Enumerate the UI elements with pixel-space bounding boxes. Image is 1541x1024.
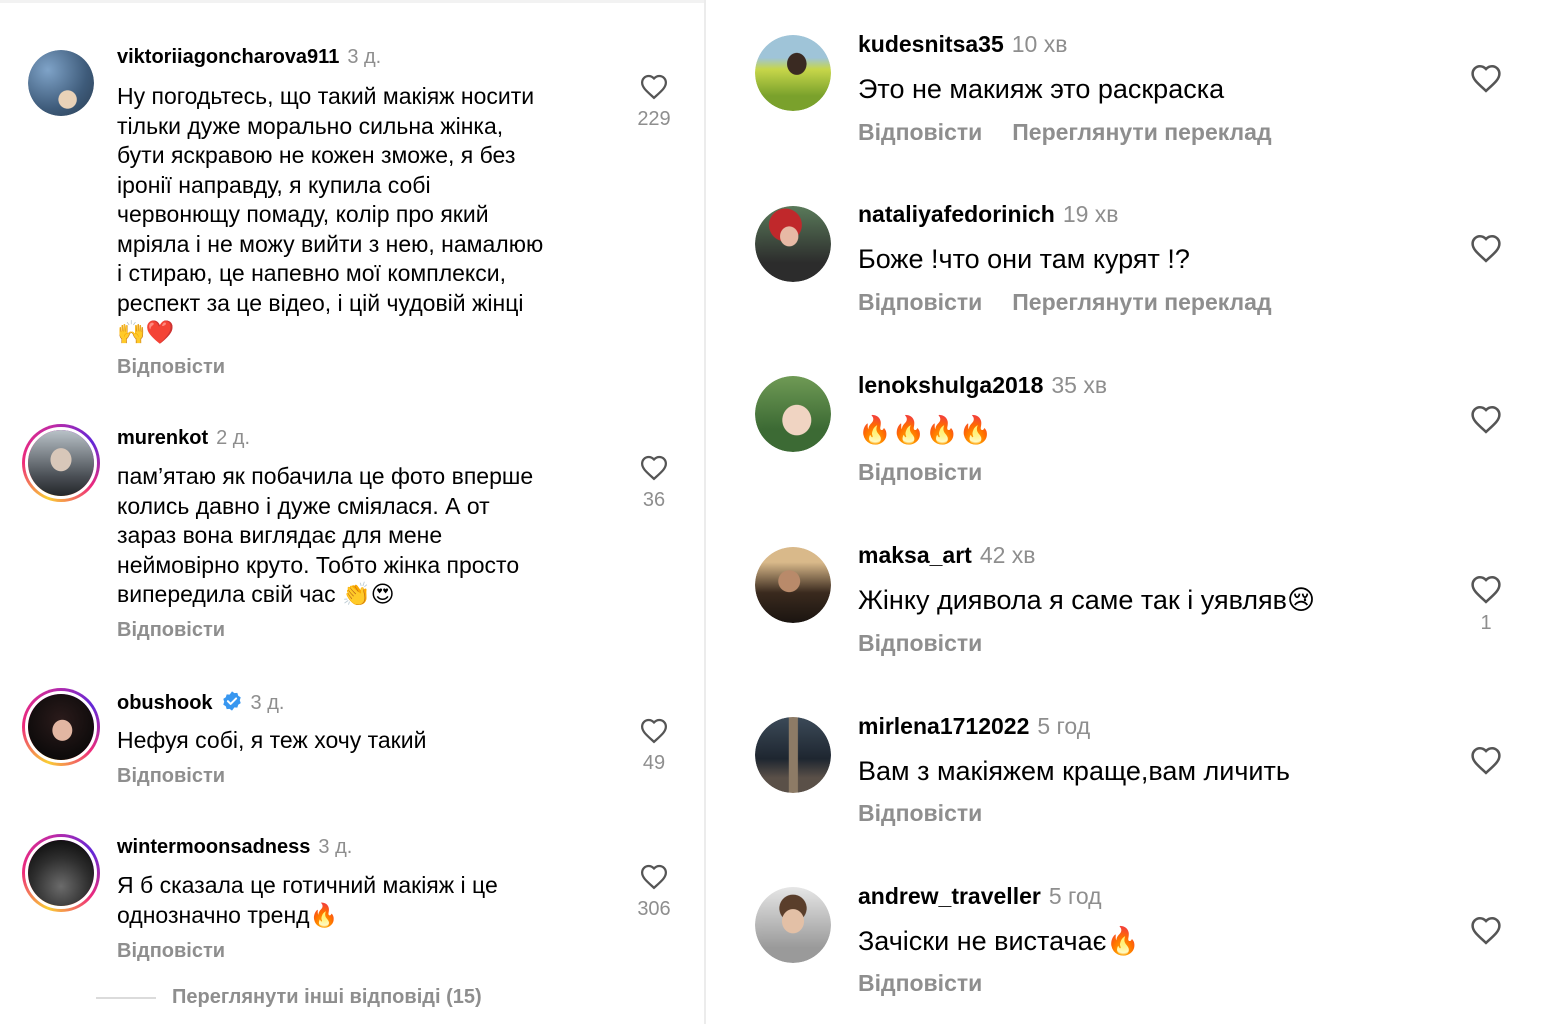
timestamp: 5 год: [1037, 713, 1091, 739]
replies-line: [96, 996, 156, 999]
like-count: 49: [642, 752, 666, 774]
like-button[interactable]: 306: [624, 862, 684, 921]
avatar[interactable]: [28, 50, 94, 116]
heart-icon: [640, 455, 668, 481]
avatar[interactable]: [755, 887, 831, 963]
username[interactable]: maksa_art: [858, 542, 972, 568]
comment-text: Вам з макіяжем краще,вам личить: [858, 756, 1290, 786]
comment-text: Я б сказала це готичний макіяж і це одно…: [117, 872, 498, 928]
timestamp: 10 хв: [1011, 31, 1068, 57]
like-button[interactable]: 229: [624, 72, 684, 131]
reply-button[interactable]: Відповісти: [858, 630, 982, 656]
timestamp: 3 д.: [250, 692, 285, 714]
avatar[interactable]: [22, 834, 100, 912]
timestamp: 5 год: [1048, 883, 1102, 909]
heart-icon: [1471, 64, 1501, 93]
username[interactable]: kudesnitsa35: [858, 31, 1004, 57]
heart-icon: [1471, 234, 1501, 263]
username[interactable]: nataliyafedorinich: [858, 201, 1055, 227]
username[interactable]: murenkot: [117, 427, 208, 449]
avatar[interactable]: [22, 424, 100, 502]
reply-button[interactable]: Відповісти: [858, 970, 982, 996]
left-comments-panel: viktoriiagoncharova911 3 д. Ну погодьтесь…: [0, 0, 704, 1024]
like-button[interactable]: [1466, 744, 1506, 775]
avatar[interactable]: [22, 688, 100, 766]
reply-button[interactable]: Відповісти: [117, 765, 225, 787]
reply-button[interactable]: Відповісти: [117, 940, 225, 962]
see-translation-button[interactable]: Переглянути переклад: [1012, 119, 1271, 145]
avatar[interactable]: [755, 717, 831, 793]
username[interactable]: viktoriiagoncharova911: [117, 46, 339, 68]
heart-icon: [640, 718, 668, 744]
avatar[interactable]: [755, 376, 831, 452]
heart-icon: [1471, 575, 1501, 604]
like-count: 36: [642, 489, 666, 511]
top-separator: [0, 0, 704, 3]
comment-text: Жінку диявола я саме так і уявляв😢: [858, 585, 1316, 615]
like-count: 1: [1480, 612, 1492, 634]
reply-button[interactable]: Відповісти: [117, 619, 225, 641]
timestamp: 19 хв: [1062, 201, 1119, 227]
comment-text: Нефуя собі, я теж хочу такий: [117, 727, 427, 753]
reply-button[interactable]: Відповісти: [858, 289, 982, 315]
like-button[interactable]: 1: [1466, 573, 1506, 635]
reply-button[interactable]: Відповісти: [858, 800, 982, 826]
like-button[interactable]: 36: [624, 453, 684, 512]
like-button[interactable]: [1466, 62, 1506, 93]
username[interactable]: mirlena1712022: [858, 713, 1029, 739]
heart-icon: [640, 864, 668, 890]
like-count: 229: [637, 108, 671, 130]
see-translation-button[interactable]: Переглянути переклад: [1012, 289, 1271, 315]
reply-button[interactable]: Відповісти: [117, 356, 225, 378]
comment-text: Ну погодьтесь, що такий макіяж носити ті…: [117, 83, 544, 345]
username[interactable]: andrew_traveller: [858, 883, 1041, 909]
username[interactable]: obushook: [117, 692, 213, 714]
heart-icon: [1471, 405, 1501, 434]
like-button[interactable]: [1466, 914, 1506, 945]
heart-icon: [1471, 916, 1501, 945]
timestamp: 3 д.: [347, 46, 382, 68]
heart-icon: [1471, 746, 1501, 775]
avatar[interactable]: [755, 206, 831, 282]
comment-text: пам’ятаю як побачила це фото вперше коли…: [117, 463, 534, 607]
like-button[interactable]: [1466, 232, 1506, 263]
view-more-replies-label: Переглянути інші відповіді (15): [172, 986, 482, 1008]
comment-text: Зачіски не вистачає🔥: [858, 926, 1141, 956]
timestamp: 42 хв: [979, 542, 1036, 568]
view-more-replies[interactable]: Переглянути інші відповіді (15): [96, 986, 482, 1009]
username[interactable]: lenokshulga2018: [858, 372, 1043, 398]
comment-text: 🔥🔥🔥🔥: [858, 415, 993, 445]
reply-button[interactable]: Відповісти: [858, 459, 982, 485]
like-count: 306: [637, 898, 671, 920]
timestamp: 35 хв: [1051, 372, 1108, 398]
verified-badge-icon: [222, 691, 241, 711]
heart-icon: [640, 74, 668, 100]
timestamp: 3 д.: [318, 836, 353, 858]
like-button[interactable]: [1466, 403, 1506, 434]
avatar[interactable]: [755, 547, 831, 623]
reply-button[interactable]: Відповісти: [858, 119, 982, 145]
username[interactable]: wintermoonsadness: [117, 836, 310, 858]
avatar[interactable]: [755, 35, 831, 111]
comment-text: Боже !что они там курят !?: [858, 244, 1190, 274]
comment-text: Это не макияж это раскраска: [858, 74, 1225, 104]
right-comments-panel: kudesnitsa35 10 хв Это не макияж это раск…: [706, 0, 1541, 1024]
timestamp: 2 д.: [216, 427, 251, 449]
like-button[interactable]: 49: [624, 716, 684, 775]
